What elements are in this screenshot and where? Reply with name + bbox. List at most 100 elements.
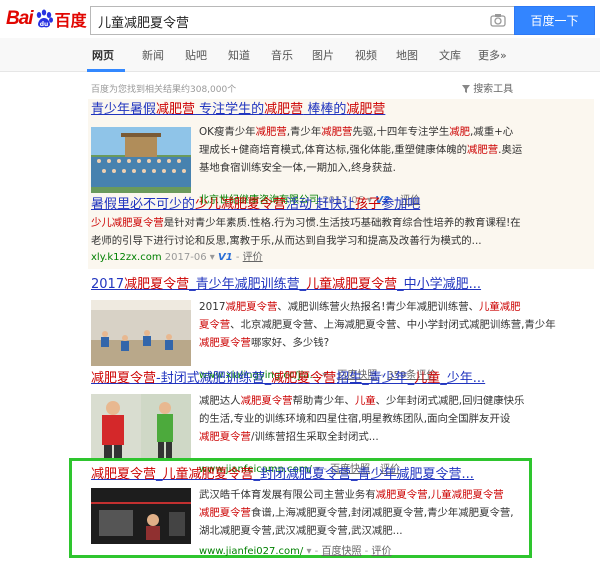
title-part: 棒棒的 xyxy=(303,102,347,117)
desc-part: 儿童 xyxy=(354,395,376,407)
desc-part: .奥运 xyxy=(498,144,523,156)
result-title-link[interactable]: 减肥夏令营_儿童减肥夏令营_封闭减肥夏令营_青少年减肥夏令营... xyxy=(91,466,531,484)
desc-part: 2017 xyxy=(199,301,226,313)
desc-part: ,减重+心 xyxy=(470,126,514,138)
result-url[interactable]: www.jianfei027.com/ xyxy=(199,546,303,557)
result-item: 2017减肥夏令营_青少年减肥训练营_儿童减肥夏令营_中小学减肥... 2017… xyxy=(91,276,581,384)
desc-part: 减肥营 xyxy=(255,126,287,138)
tab-news[interactable]: 新闻 xyxy=(142,47,164,63)
dropdown-arrow-icon[interactable]: ▾ xyxy=(306,546,311,557)
baidu-logo[interactable]: Bai du 百度 xyxy=(6,7,87,31)
separator: - xyxy=(314,546,319,557)
title-part: 招生_青少年_ xyxy=(336,371,415,386)
result-title-link[interactable]: 2017减肥夏令营_青少年减肥训练营_儿童减肥夏令营_中小学减肥... xyxy=(91,276,581,294)
desc-part: /训练营招生采取全封闭式... xyxy=(250,431,379,443)
search-query-text: 儿童减肥夏令营 xyxy=(98,16,190,31)
tab-web[interactable]: 网页 xyxy=(92,47,114,63)
title-part: 减肥营 xyxy=(156,102,196,117)
title-part: 少儿减肥夏令营 xyxy=(195,197,287,212)
training-hall-photo xyxy=(91,300,191,366)
search-tools-button[interactable]: 搜索工具 xyxy=(462,80,513,95)
title-part: 儿童 xyxy=(414,371,441,386)
result-url-line: xly.k12zx.com 2017-06 ▾ V1 - 评价 xyxy=(91,250,581,266)
header: Bai du 百度 儿童减肥夏令营 百度一下 xyxy=(0,0,600,38)
result-description: 2017减肥夏令营、减肥训练营火热报名!青少年减肥训练营、儿童减肥 夏令营、北京… xyxy=(199,298,584,352)
title-part: 儿童减肥夏令营 xyxy=(306,277,398,292)
desc-part: 少儿减肥夏令营 xyxy=(91,217,164,229)
desc-part: 的生活,专业的训练环境和四星住宿,明星教练团队,面向全国胖友开设 xyxy=(199,413,511,425)
tab-tieba[interactable]: 贴吧 xyxy=(185,47,207,63)
desc-part: 减肥夏令营 xyxy=(375,489,428,501)
desc-part: 夏令营 xyxy=(199,319,231,331)
tab-video[interactable]: 视频 xyxy=(355,47,377,63)
tab-wenku[interactable]: 文库 xyxy=(439,47,461,63)
desc-part: OK瘦青少年 xyxy=(199,126,256,138)
title-part: _封闭减肥夏令营_青少年减肥夏令营... xyxy=(253,467,474,482)
camp-group-photo xyxy=(91,127,191,193)
title-part: 孩子 xyxy=(355,197,382,212)
search-input[interactable]: 儿童减肥夏令营 xyxy=(90,6,515,35)
result-thumbnail[interactable] xyxy=(91,127,191,193)
result-title-link[interactable]: 暑假里必不可少的少儿减肥夏令营活动 赶快让孩子参加吧 xyxy=(91,196,581,214)
desc-part: 儿童减肥夏令营 xyxy=(430,489,504,501)
tab-more[interactable]: 更多» xyxy=(478,47,507,63)
title-part: 减肥营 xyxy=(346,102,386,117)
result-url-line: www.jianfei027.com/ ▾ - 百度快照 - 评价 xyxy=(199,544,531,560)
tab-music[interactable]: 音乐 xyxy=(271,47,293,63)
result-thumbnail[interactable] xyxy=(91,394,191,460)
tab-images[interactable]: 图片 xyxy=(312,47,334,63)
title-part: 青少年暑假 xyxy=(91,102,157,117)
desc-part: 、北京减肥夏令营、上海减肥夏令营、中小学封闭式减肥训练营,青少年 xyxy=(230,319,556,331)
result-url[interactable]: xly.k12zx.com xyxy=(91,252,162,263)
tab-map[interactable]: 地图 xyxy=(396,47,418,63)
desc-part: 减肥营 xyxy=(321,126,353,138)
verified-badge-icon[interactable]: V1 xyxy=(218,252,233,263)
title-part: 减肥营 xyxy=(264,102,304,117)
desc-part: 武汉皓千体育发展有限公司主营业务有 xyxy=(199,489,376,501)
camera-icon[interactable] xyxy=(490,13,506,27)
dropdown-arrow-icon[interactable]: ▾ xyxy=(210,252,215,263)
search-button[interactable]: 百度一下 xyxy=(514,6,595,35)
logo-du-text: 百度 xyxy=(54,11,87,30)
company-banner-photo xyxy=(91,488,191,544)
camper-before-after-photo xyxy=(91,394,191,460)
result-item: 青少年暑假减肥营 专注学生的减肥营 棒棒的减肥营 OK瘦青少年减肥营,青少年减肥… xyxy=(91,101,581,209)
title-part: 减肥夏令营 xyxy=(91,371,157,386)
result-description: 少儿减肥夏令营是针对青少年素质.性格.行为习惯.生活技巧基础教育综合性培养的教育… xyxy=(91,214,581,250)
result-title-link[interactable]: 减肥夏令营-封闭式减肥训练营_减肥夏令营招生_青少年_儿童_少年... xyxy=(91,370,581,388)
desc-part: 基地食宿训练安全一体,一期加入,终身获益. xyxy=(199,162,396,174)
desc-part: 减肥夏令营 xyxy=(240,395,293,407)
separator: - xyxy=(235,252,240,263)
title-part: 专注学生的 xyxy=(195,102,265,117)
result-description: OK瘦青少年减肥营,青少年减肥营先驱,十四年专注学生减肥,减重+心 理成长+健商… xyxy=(199,123,584,177)
desc-part: 减肥 xyxy=(449,126,470,138)
paw-icon: du xyxy=(36,9,53,28)
result-thumbnail[interactable] xyxy=(91,300,191,366)
desc-part: ,青少年 xyxy=(286,126,322,138)
title-part: _少年... xyxy=(440,371,486,386)
result-title-link[interactable]: 青少年暑假减肥营 专注学生的减肥营 棒棒的减肥营 xyxy=(91,101,581,119)
title-part: 减肥夏令营 xyxy=(271,371,337,386)
desc-part: 帮助青少年、 xyxy=(292,395,355,407)
result-thumbnail[interactable] xyxy=(91,488,191,544)
title-part: _青少年减肥训练营_ xyxy=(189,277,307,292)
title-part: 减肥夏令营 xyxy=(124,277,190,292)
rate-link[interactable]: 评价 xyxy=(371,546,391,557)
result-description: 武汉皓千体育发展有限公司主营业务有减肥夏令营,儿童减肥夏令营 减肥夏令营食谱,上… xyxy=(199,486,539,540)
search-tabs: 网页 新闻 贴吧 知道 音乐 图片 视频 地图 文库 更多» xyxy=(0,38,600,72)
separator: - xyxy=(364,546,369,557)
desc-part: 理成长+健商培育模式,体育达标,强化体能,重塑健康体魄的 xyxy=(199,144,467,156)
rate-link[interactable]: 评价 xyxy=(243,252,263,263)
result-count: 百度为您找到相关结果约308,000个 xyxy=(91,85,237,95)
snapshot-link[interactable]: 百度快照 xyxy=(321,546,361,557)
result-item: 减肥夏令营_儿童减肥夏令营_封闭减肥夏令营_青少年减肥夏令营... 武汉皓千体育… xyxy=(91,466,531,560)
tab-zhidao[interactable]: 知道 xyxy=(228,47,250,63)
desc-part: 减肥夏令营 xyxy=(199,507,251,519)
desc-part: 哪家好、多少钱? xyxy=(250,337,330,349)
desc-part: 老师的引导下进行讨论和反思,寓教于乐,从而达到自我学习和提高及改善行为模式的..… xyxy=(91,235,482,247)
title-part: 参加吧 xyxy=(381,197,421,212)
title-part: -封闭式减肥训练营_ xyxy=(156,371,272,386)
title-part: 2017 xyxy=(91,277,125,292)
desc-part: 、减肥训练营火热报名!青少年减肥训练营、 xyxy=(277,301,479,313)
result-date: 2017-06 xyxy=(164,252,207,263)
